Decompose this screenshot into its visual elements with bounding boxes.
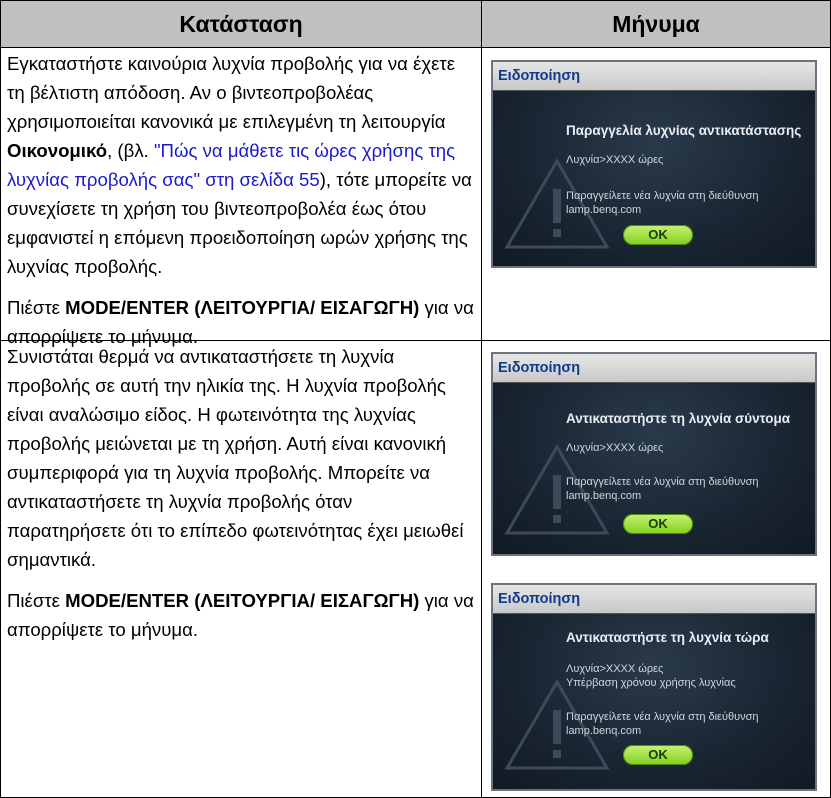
osd-notice-replace-now: Ειδοποίηση Αντικαταστήστε τη λυχνία τώρα… [491, 583, 817, 791]
osd-title: Ειδοποίηση [493, 62, 815, 91]
row1-press-text: Πιέστε [7, 297, 66, 318]
osd-lamp-hours: Λυχνία>XXXX ώρες [566, 442, 664, 454]
osd-url: lamp.benq.com [566, 490, 642, 502]
osd-title: Ειδοποίηση [493, 585, 815, 614]
ok-button[interactable]: OK [623, 225, 693, 245]
column-header-message: Μήνυμα [482, 1, 830, 47]
row1-economic-mode: Οικονομικό [7, 140, 108, 161]
osd-order-text: Παραγγείλετε νέα λυχνία στη διεύθυνση [566, 190, 759, 202]
row2-mode-enter-key: MODE/ENTER (ΛΕΙΤΟΥΡΓΙΑ/ ΕΙΣΑΓΩΓΗ) [65, 590, 420, 611]
ok-button[interactable]: OK [623, 514, 693, 534]
row2-press-text: Πιέστε [7, 590, 66, 611]
osd-lamp-hours: Λυχνία>XXXX ώρες [566, 663, 664, 675]
osd-order-text: Παραγγείλετε νέα λυχνία στη διεύθυνση [566, 476, 759, 488]
osd-notice-order-lamp: Ειδοποίηση Παραγγελία λυχνίας αντικατάστ… [491, 60, 817, 268]
osd-heading: Αντικαταστήστε τη λυχνία τώρα [566, 630, 769, 645]
row1-paragraph: Εγκαταστήστε καινούρια λυχνία προβολής γ… [7, 49, 475, 281]
osd-body: Αντικαταστήστε τη λυχνία σύντομα Λυχνία>… [493, 383, 815, 554]
column-header-status: Κατάσταση [1, 1, 481, 47]
osd-order-text: Παραγγείλετε νέα λυχνία στη διεύθυνση [566, 711, 759, 723]
ok-button[interactable]: OK [623, 745, 693, 765]
osd-lamp-exceeded: Υπέρβαση χρόνου χρήσης λυχνίας [566, 677, 736, 689]
osd-heading: Αντικαταστήστε τη λυχνία σύντομα [566, 411, 791, 426]
osd-body: Αντικαταστήστε τη λυχνία τώρα Λυχνία>XXX… [493, 614, 815, 789]
osd-notice-replace-soon: Ειδοποίηση Αντικαταστήστε τη λυχνία σύντ… [491, 352, 817, 556]
row1-text-a: Εγκαταστήστε καινούρια λυχνία προβολής γ… [7, 53, 456, 132]
osd-body: Παραγγελία λυχνίας αντικατάστασης Λυχνία… [493, 91, 815, 266]
osd-url: lamp.benq.com [566, 204, 642, 216]
column-divider [481, 1, 482, 797]
column-header-message-label: Μήνυμα [612, 10, 700, 37]
osd-lamp-hours: Λυχνία>XXXX ώρες [566, 154, 664, 166]
row1-text-b: , (βλ. [107, 140, 154, 161]
row1-status-cell: Εγκαταστήστε καινούρια λυχνία προβολής γ… [7, 49, 475, 351]
osd-heading: Παραγγελία λυχνίας αντικατάστασης [566, 123, 802, 138]
row2-dismiss-instruction: Πιέστε MODE/ENTER (ΛΕΙΤΟΥΡΓΙΑ/ ΕΙΣΑΓΩΓΗ)… [7, 586, 475, 644]
row1-mode-enter-key: MODE/ENTER (ΛΕΙΤΟΥΡΓΙΑ/ ΕΙΣΑΓΩΓΗ) [65, 297, 420, 318]
column-header-status-label: Κατάσταση [179, 10, 303, 37]
row2-paragraph: Συνιστάται θερμά να αντικαταστήσετε τη λ… [7, 346, 464, 570]
row2-status-cell: Συνιστάται θερμά να αντικαταστήσετε τη λ… [7, 342, 475, 644]
osd-title: Ειδοποίηση [493, 354, 815, 383]
osd-url: lamp.benq.com [566, 725, 642, 737]
header-divider [1, 47, 830, 48]
